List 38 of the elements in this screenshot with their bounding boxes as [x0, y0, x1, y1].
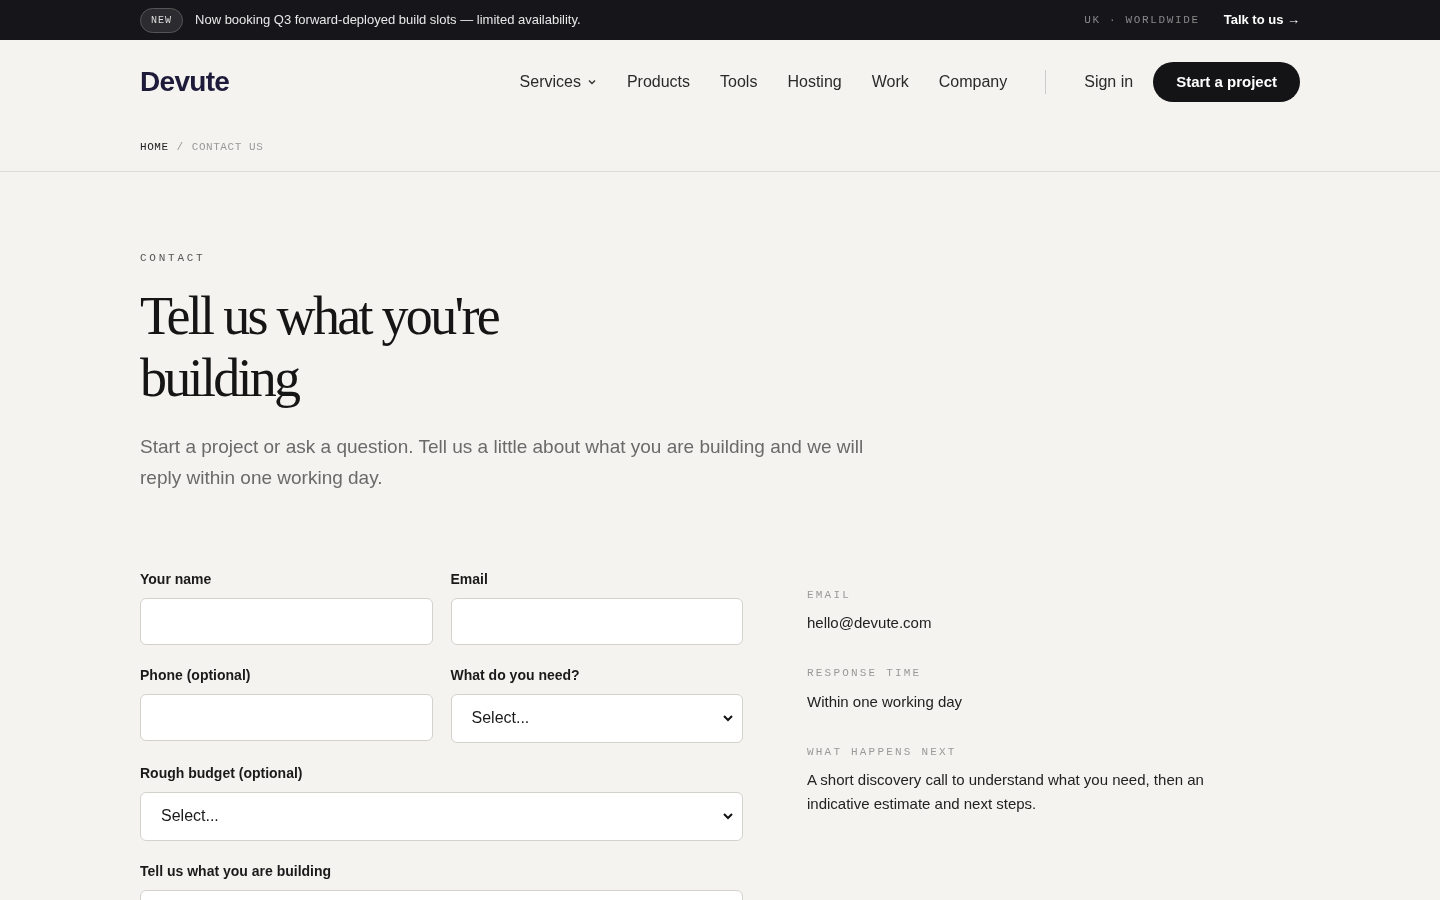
field-label: What do you need?: [450, 665, 581, 685]
chevron-down-icon: [722, 712, 734, 724]
detail-label: RESPONSE TIME: [807, 666, 923, 681]
field-label: Phone (optional): [140, 665, 252, 685]
start-project-button[interactable]: Start a project: [1153, 62, 1300, 102]
nav-link[interactable]: Tools: [720, 70, 758, 94]
sign-in-link[interactable]: Sign in: [1084, 70, 1134, 94]
intro-text: Start a project or ask a question. Tell us a little about what you are building and we will reply within one working day.: [140, 434, 865, 490]
input-field[interactable]: [140, 597, 433, 645]
nav-link[interactable]: Products: [626, 70, 691, 94]
nav-link[interactable]: Work: [871, 70, 909, 94]
detail-value: A short discovery call to understand what you need, then an indicative estimate and next steps.: [807, 770, 1205, 814]
field-label: Tell us what you are building: [140, 861, 333, 881]
eyebrow-label: CONTACT: [140, 251, 207, 266]
field-label: Rough budget (optional): [140, 763, 304, 783]
logo[interactable]: Devute: [140, 61, 230, 103]
detail-value: Within one working day: [807, 691, 964, 712]
page-title: Tell us what you're building: [140, 284, 500, 409]
chevron-down-icon: [586, 77, 597, 87]
field-label: Email: [450, 569, 489, 589]
breadcrumb-link[interactable]: HOME: [140, 139, 169, 156]
region-label: UK · WORLDWIDE: [1084, 12, 1200, 28]
breadcrumb-separator: /: [176, 140, 184, 156]
new-badge: NEW: [140, 7, 183, 33]
detail-label: WHAT HAPPENS NEXT: [807, 744, 958, 760]
select-field[interactable]: Select...: [450, 693, 743, 743]
nav-link[interactable]: Hosting: [787, 70, 842, 94]
detail-value: hello@devute.com: [807, 613, 933, 633]
announcement-text: Now booking Q3 forward-deployed build slots — limited availability.: [195, 11, 581, 30]
select-field[interactable]: Select...: [140, 791, 743, 841]
field-label: Your name: [140, 569, 213, 589]
detail-label: EMAIL: [807, 587, 852, 603]
input-field[interactable]: [140, 693, 433, 741]
input-field[interactable]: [450, 597, 743, 645]
nav-link[interactable]: Company: [938, 70, 1008, 94]
nav-link[interactable]: Services: [519, 70, 597, 94]
chevron-down-icon: [722, 810, 734, 822]
talk-to-us-link[interactable]: Talk to us →: [1223, 10, 1300, 30]
